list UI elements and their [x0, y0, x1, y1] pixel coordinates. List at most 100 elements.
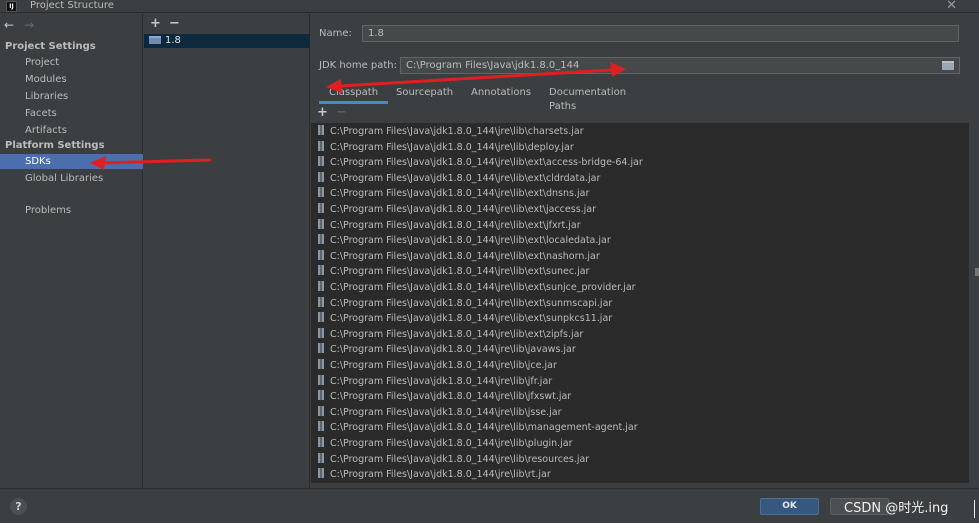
- classpath-row[interactable]: C:\Program Files\Java\jdk1.8.0_144\jre\l…: [318, 436, 573, 452]
- classpath-row[interactable]: C:\Program Files\Java\jdk1.8.0_144\jre\l…: [318, 280, 636, 296]
- nav-arrows: ← →: [4, 18, 44, 32]
- classpath-entry: C:\Program Files\Java\jdk1.8.0_144\jre\l…: [330, 157, 643, 169]
- browse-folder-icon[interactable]: [942, 61, 954, 70]
- sdk-list-panel: + − 1.8: [144, 14, 310, 488]
- tab-classpath[interactable]: Classpath: [319, 86, 389, 104]
- classpath-row[interactable]: C:\Program Files\Java\jdk1.8.0_144\jre\l…: [318, 171, 600, 187]
- classpath-entry: C:\Program Files\Java\jdk1.8.0_144\jre\l…: [330, 297, 613, 309]
- classpath-row[interactable]: C:\Program Files\Java\jdk1.8.0_144\jre\l…: [318, 420, 638, 436]
- dialog-footer: ? OK CSDN @时光.ing: [0, 488, 979, 523]
- jar-icon: [318, 437, 324, 447]
- jar-icon: [318, 249, 324, 260]
- classpath-row[interactable]: C:\Program Files\Java\jdk1.8.0_144\jre\l…: [318, 202, 596, 218]
- classpath-entry: C:\Program Files\Java\jdk1.8.0_144\jre\l…: [330, 141, 574, 153]
- classpath-row[interactable]: C:\Program Files\Java\jdk1.8.0_144\jre\l…: [318, 405, 562, 421]
- classpath-entry: C:\Program Files\Java\jdk1.8.0_144\jre\l…: [330, 235, 611, 247]
- name-field[interactable]: 1.8: [362, 25, 959, 42]
- jar-icon: [318, 140, 324, 151]
- classpath-entry: C:\Program Files\Java\jdk1.8.0_144\jre\l…: [330, 313, 613, 325]
- close-icon[interactable]: ✕: [946, 0, 957, 12]
- jar-icon: [318, 125, 324, 135]
- classpath-row[interactable]: C:\Program Files\Java\jdk1.8.0_144\jre\l…: [318, 186, 589, 202]
- classpath-entry: C:\Program Files\Java\jdk1.8.0_144\jre\l…: [330, 469, 551, 481]
- classpath-entry: C:\Program Files\Java\jdk1.8.0_144\jre\l…: [330, 282, 636, 293]
- forward-arrow-icon[interactable]: →: [24, 18, 34, 32]
- classpath-entry: C:\Program Files\Java\jdk1.8.0_144\jre\l…: [330, 438, 573, 449]
- classpath-entry: C:\Program Files\Java\jdk1.8.0_144\jre\l…: [330, 360, 557, 371]
- remove-sdk-icon[interactable]: −: [169, 16, 180, 31]
- jar-icon: [318, 343, 324, 354]
- nav-item-global-libraries[interactable]: Global Libraries: [0, 171, 143, 186]
- classpath-list[interactable]: C:\Program Files\Java\jdk1.8.0_144\jre\l…: [311, 123, 969, 483]
- sdk-folder-icon: [149, 36, 161, 44]
- jar-icon: [318, 452, 324, 463]
- classpath-entry: C:\Program Files\Java\jdk1.8.0_144\jre\l…: [330, 406, 562, 418]
- watermark: CSDN @时光.ing: [844, 501, 949, 516]
- nav-item-problems[interactable]: Problems: [0, 203, 143, 218]
- classpath-entry: C:\Program Files\Java\jdk1.8.0_144\jre\l…: [330, 266, 590, 278]
- nav-item-project[interactable]: Project: [0, 55, 143, 70]
- jar-icon: [318, 265, 324, 276]
- add-classpath-icon[interactable]: +: [317, 105, 328, 120]
- add-sdk-icon[interactable]: +: [150, 16, 161, 31]
- classpath-row[interactable]: C:\Program Files\Java\jdk1.8.0_144\jre\l…: [318, 327, 583, 343]
- classpath-row[interactable]: C:\Program Files\Java\jdk1.8.0_144\jre\l…: [318, 389, 571, 405]
- jar-icon: [318, 359, 324, 369]
- ok-button[interactable]: OK: [760, 498, 819, 515]
- classpath-row[interactable]: C:\Program Files\Java\jdk1.8.0_144\jre\l…: [318, 296, 612, 312]
- classpath-row[interactable]: C:\Program Files\Java\jdk1.8.0_144\jre\l…: [318, 311, 612, 327]
- nav-item-artifacts[interactable]: Artifacts: [0, 123, 143, 138]
- jar-icon: [318, 468, 324, 479]
- classpath-row[interactable]: C:\Program Files\Java\jdk1.8.0_144\jre\l…: [318, 218, 581, 234]
- classpath-row[interactable]: C:\Program Files\Java\jdk1.8.0_144\jre\l…: [318, 249, 600, 265]
- sdk-toolbar: + −: [150, 16, 188, 31]
- jar-icon: [318, 421, 324, 432]
- classpath-row[interactable]: C:\Program Files\Java\jdk1.8.0_144\jre\l…: [318, 155, 643, 171]
- jar-icon: [318, 156, 324, 167]
- classpath-entry: C:\Program Files\Java\jdk1.8.0_144\jre\l…: [330, 391, 572, 403]
- tab-sourcepath[interactable]: Sourcepath: [396, 86, 453, 104]
- classpath-row[interactable]: C:\Program Files\Java\jdk1.8.0_144\jre\l…: [318, 124, 584, 140]
- jdk-home-label: JDK home path:: [319, 60, 398, 71]
- text-cursor: [974, 500, 975, 518]
- sdk-detail: Name: 1.8 JDK home path: C:\Program File…: [311, 14, 979, 488]
- classpath-entry: C:\Program Files\Java\jdk1.8.0_144\jre\l…: [330, 344, 576, 356]
- jdk-home-path-field[interactable]: C:\Program Files\Java\jdk1.8.0_144: [400, 57, 960, 74]
- classpath-row[interactable]: C:\Program Files\Java\jdk1.8.0_144\jre\l…: [318, 342, 576, 358]
- classpath-toolbar: + −: [317, 105, 347, 120]
- nav-item-sdks[interactable]: SDKs: [0, 154, 143, 169]
- window-title: Project Structure: [30, 0, 114, 11]
- classpath-row[interactable]: C:\Program Files\Java\jdk1.8.0_144\jre\l…: [318, 467, 551, 483]
- title-bar: IJ Project Structure ✕: [0, 0, 979, 13]
- intellij-logo-icon: IJ: [6, 1, 17, 12]
- sdk-item-label: 1.8: [165, 35, 181, 46]
- classpath-entry: C:\Program Files\Java\jdk1.8.0_144\jre\l…: [330, 126, 584, 137]
- classpath-entry: C:\Program Files\Java\jdk1.8.0_144\jre\l…: [330, 453, 590, 465]
- classpath-row[interactable]: C:\Program Files\Java\jdk1.8.0_144\jre\l…: [318, 358, 557, 374]
- jar-icon: [318, 312, 324, 323]
- jdk-home-path-value: C:\Program Files\Java\jdk1.8.0_144: [406, 60, 580, 71]
- settings-nav: ← → Project Settings Project Modules Libr…: [0, 14, 143, 488]
- jar-icon: [318, 187, 324, 198]
- jar-icon: [318, 234, 324, 245]
- classpath-row[interactable]: C:\Program Files\Java\jdk1.8.0_144\jre\l…: [318, 233, 611, 249]
- sdk-item[interactable]: 1.8: [144, 34, 310, 48]
- project-settings-header: Project Settings: [5, 41, 96, 52]
- tab-documentation-paths[interactable]: Documentation Paths: [549, 86, 626, 112]
- jar-icon: [318, 390, 324, 401]
- classpath-entry: C:\Program Files\Java\jdk1.8.0_144\jre\l…: [330, 204, 597, 215]
- classpath-row[interactable]: C:\Program Files\Java\jdk1.8.0_144\jre\l…: [318, 374, 552, 390]
- nav-item-libraries[interactable]: Libraries: [0, 89, 143, 104]
- classpath-row[interactable]: C:\Program Files\Java\jdk1.8.0_144\jre\l…: [318, 452, 589, 468]
- help-button[interactable]: ?: [10, 498, 27, 515]
- classpath-entry: C:\Program Files\Java\jdk1.8.0_144\jre\l…: [330, 219, 581, 231]
- classpath-row[interactable]: C:\Program Files\Java\jdk1.8.0_144\jre\l…: [318, 264, 589, 280]
- remove-classpath-icon[interactable]: −: [336, 105, 347, 120]
- classpath-entry: C:\Program Files\Java\jdk1.8.0_144\jre\l…: [330, 188, 590, 200]
- tab-annotations[interactable]: Annotations: [471, 86, 531, 104]
- jar-icon: [318, 281, 324, 291]
- nav-item-facets[interactable]: Facets: [0, 106, 143, 121]
- back-arrow-icon[interactable]: ←: [4, 18, 14, 32]
- nav-item-modules[interactable]: Modules: [0, 72, 143, 87]
- classpath-row[interactable]: C:\Program Files\Java\jdk1.8.0_144\jre\l…: [318, 140, 574, 156]
